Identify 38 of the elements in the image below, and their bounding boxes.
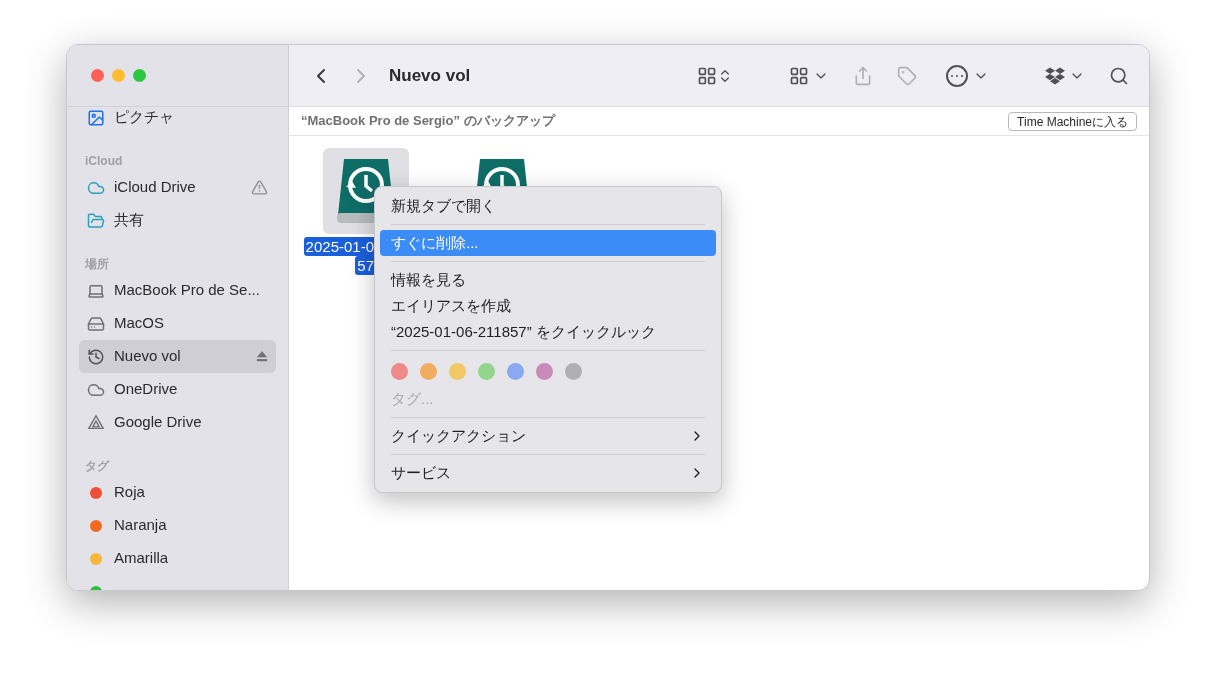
clock-icon [87,347,105,366]
sidebar-item[interactable]: ピクチャ [79,101,276,134]
section-header: 場所 [83,256,110,272]
menu-item[interactable]: エイリアスを作成 [380,293,716,319]
sidebar-item[interactable]: OneDrive [79,373,276,406]
eject-icon[interactable] [256,351,268,362]
menu-item[interactable]: “2025-01-06-211857” をクイックルック [380,319,716,345]
shared-folder-icon [87,211,105,230]
share-icon[interactable] [853,65,873,86]
zoom-button[interactable] [133,69,146,82]
sidebar-item[interactable]: Roja [79,476,276,509]
minimize-button[interactable] [112,69,125,82]
sidebar-item[interactable]: MacBook Pro de Se... [79,274,276,307]
enter-time-machine-button[interactable]: Time Machineに入る [1008,111,1137,131]
menu-item[interactable]: クイックアクション [380,423,716,449]
window-title: Nuevo vol [389,64,471,87]
sidebar-item[interactable]: Amarilla [79,542,276,575]
dropbox-icon[interactable] [1045,65,1065,86]
menu-item[interactable]: 情報を見る [380,267,716,293]
drive-icon [87,314,105,333]
section-header: iCloud [84,153,124,169]
section-header: タグ [84,458,111,474]
search-icon[interactable] [1109,65,1129,86]
sidebar-item[interactable]: Google Drive [79,406,276,439]
triangle-drive-icon [87,413,105,432]
close-button[interactable] [91,69,104,82]
sidebar-item[interactable]: Naranja [79,509,276,542]
tag-icon[interactable] [897,65,917,86]
sidebar-item[interactable]: 共有 [79,204,276,237]
pictures-icon [87,108,105,127]
menu-item[interactable]: 新規タブで開く [380,193,716,219]
menu-item[interactable]: サービス [380,460,716,486]
sidebar-item[interactable]: MacOS [79,307,276,340]
backup-title: “MacBook Pro de Sergio” のバックアップ [301,112,555,131]
more-icon[interactable] [945,63,969,88]
grid-view-icon[interactable] [697,65,717,86]
sidebar-item[interactable]: iCloud Drive [79,171,276,204]
sidebar-item[interactable]: Nuevo vol [79,340,276,373]
